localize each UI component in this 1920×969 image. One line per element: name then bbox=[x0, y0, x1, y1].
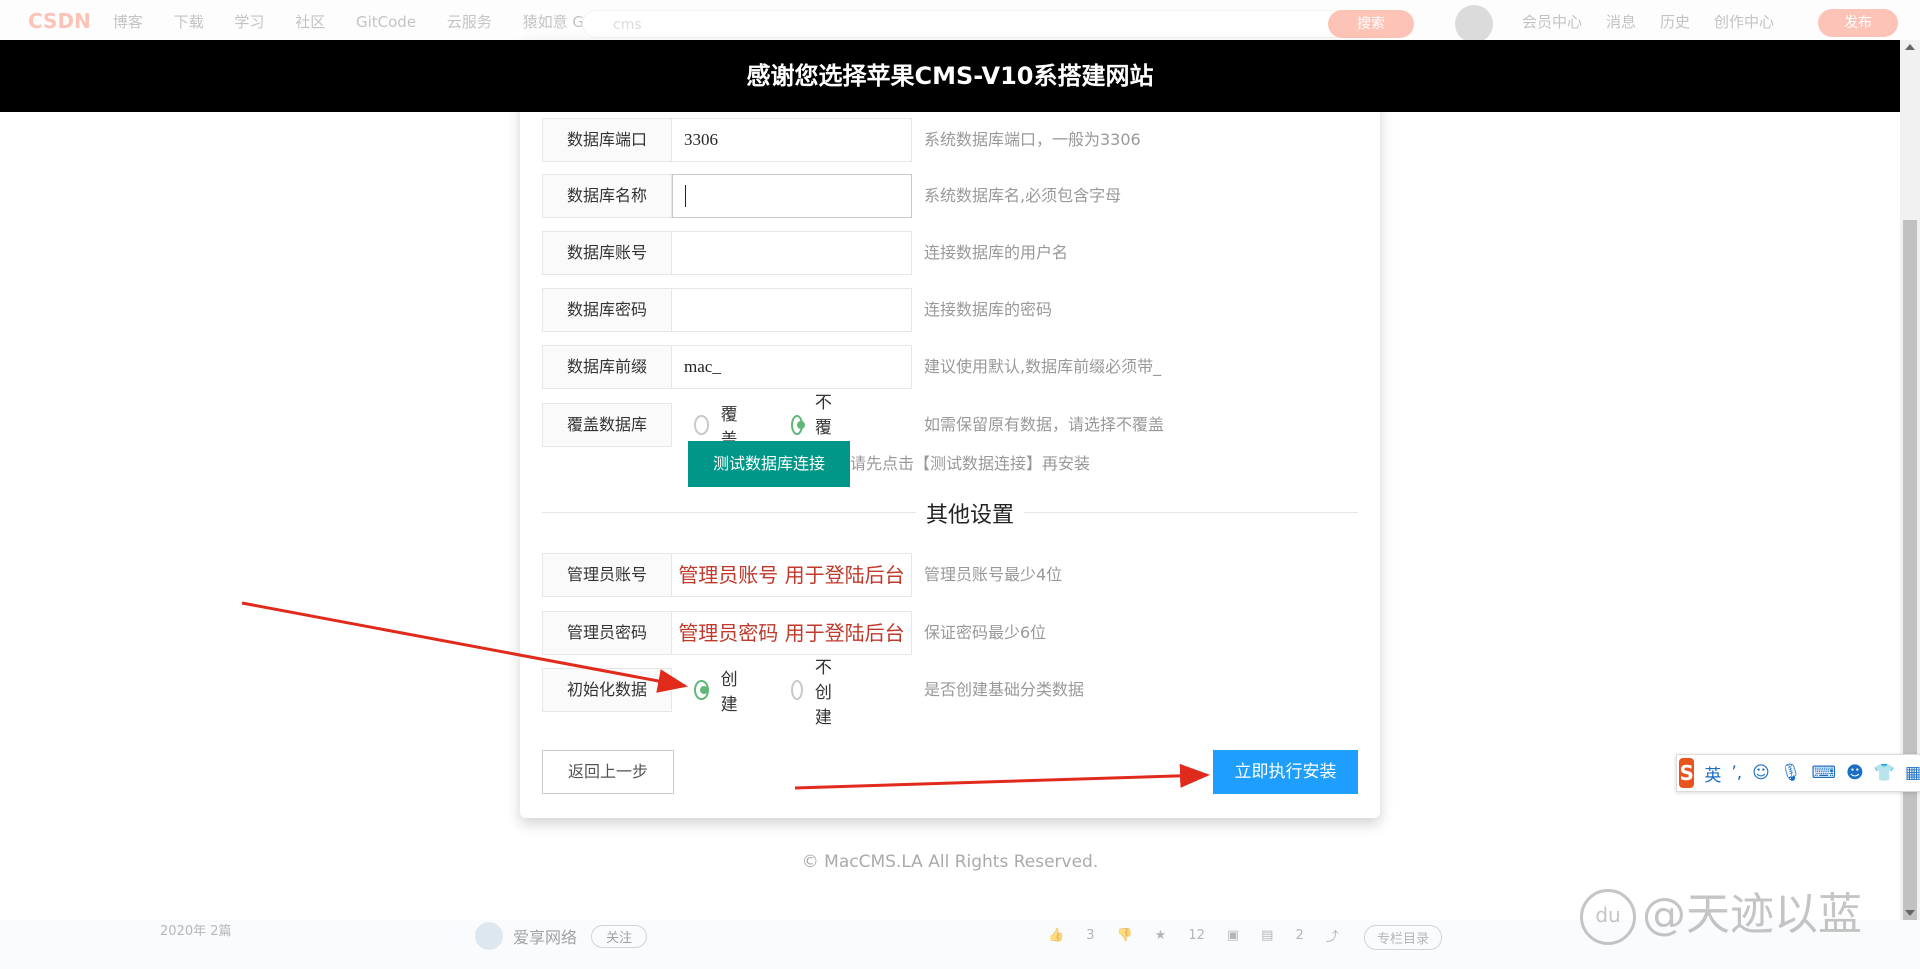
db-name-hint: 系统数据库名,必须包含字母 bbox=[924, 186, 1122, 205]
db-name-label: 数据库名称 bbox=[542, 174, 672, 218]
db-prefix-input[interactable]: mac_ bbox=[672, 345, 912, 389]
watermark: du @天迹以蓝 bbox=[1580, 878, 1862, 945]
watermark-badge: du bbox=[1580, 889, 1636, 945]
init-data-hint: 是否创建基础分类数据 bbox=[924, 680, 1085, 699]
db-password-hint: 连接数据库的密码 bbox=[924, 300, 1053, 319]
comment-count: 2 bbox=[1295, 928, 1304, 943]
bottom-author: 爱享网络 关注 bbox=[475, 922, 648, 950]
footer-copyright: © MacCMS.LA All Rights Reserved. bbox=[801, 852, 1099, 872]
ime-mode-label[interactable]: 英 bbox=[1704, 761, 1721, 786]
db-user-input[interactable] bbox=[672, 231, 912, 275]
scroll-down-icon[interactable] bbox=[1905, 910, 1915, 916]
like-icon[interactable]: 👍 bbox=[1048, 928, 1064, 943]
user-icon[interactable]: ☻ bbox=[1846, 763, 1864, 783]
ime-toolbar[interactable]: S 英 ’, ☺ 🎙 ⌨ ☻ 👕 ▦ bbox=[1676, 754, 1920, 792]
author-avatar[interactable] bbox=[475, 922, 503, 950]
db-prefix-hint: 建议使用默认,数据库前缀必须带_ bbox=[924, 357, 1162, 376]
avatar[interactable] bbox=[1455, 5, 1493, 43]
db-name-input[interactable] bbox=[672, 174, 912, 218]
db-user-hint: 连接数据库的用户名 bbox=[924, 243, 1069, 262]
sogou-logo-icon[interactable]: S bbox=[1679, 758, 1695, 788]
skin-icon[interactable]: 👕 bbox=[1874, 763, 1895, 783]
admin-password-input[interactable]: 管理员密码 用于登陆后台 bbox=[672, 611, 912, 655]
db-prefix-label: 数据库前缀 bbox=[542, 345, 672, 389]
csdn-nav: 博客 下载 学习 社区 GitCode 云服务 猿如意 GPT bbox=[113, 11, 628, 32]
star-count: 12 bbox=[1188, 928, 1205, 943]
like-count: 3 bbox=[1086, 928, 1095, 943]
no-create-option-label[interactable]: 不创建 bbox=[815, 653, 840, 728]
scroll-up-icon[interactable] bbox=[1905, 44, 1915, 50]
admin-password-hint: 保证密码最少6位 bbox=[924, 623, 1047, 642]
csdn-right-item[interactable]: 会员中心 bbox=[1522, 11, 1582, 32]
csdn-topbar: CSDN 博客 下载 学习 社区 GitCode 云服务 猿如意 GPT cms… bbox=[0, 0, 1920, 43]
install-now-button[interactable]: 立即执行安装 bbox=[1213, 750, 1358, 794]
comment-icon[interactable]: ▤ bbox=[1261, 928, 1273, 943]
csdn-publish-button[interactable]: 发布 bbox=[1818, 9, 1898, 37]
radio-checked-icon[interactable] bbox=[694, 680, 709, 700]
csdn-right-nav: 会员中心 消息 历史 创作中心 bbox=[1522, 0, 1798, 42]
emoji-icon[interactable]: ☺ bbox=[1752, 763, 1770, 783]
admin-account-label: 管理员账号 bbox=[542, 553, 672, 597]
db-port-hint: 系统数据库端口，一般为3306 bbox=[924, 130, 1141, 149]
db-port-input[interactable]: 3306 bbox=[672, 118, 912, 162]
csdn-nav-item[interactable]: 博客 bbox=[113, 13, 143, 31]
csdn-right-item[interactable]: 历史 bbox=[1660, 11, 1690, 32]
radio-unchecked-icon[interactable] bbox=[694, 415, 709, 435]
section-title-other-settings: 其他设置 bbox=[916, 497, 1025, 529]
init-data-label: 初始化数据 bbox=[542, 668, 672, 712]
bottom-actions: 👍 3 👎 ★ 12 ▣ ▤ 2 ⤴ bbox=[1048, 926, 1361, 945]
csdn-nav-item[interactable]: 云服务 bbox=[447, 13, 492, 31]
csdn-right-item[interactable]: 消息 bbox=[1606, 11, 1636, 32]
microphone-icon[interactable]: 🎙 bbox=[1780, 763, 1802, 783]
no-create-option[interactable]: 不创建 bbox=[791, 653, 840, 728]
catalog-button[interactable]: 专栏目录 bbox=[1364, 925, 1443, 950]
csdn-search-input[interactable]: cms bbox=[582, 10, 1412, 38]
csdn-logo[interactable]: CSDN bbox=[28, 9, 91, 33]
admin-password-label: 管理员密码 bbox=[542, 611, 672, 655]
back-button[interactable]: 返回上一步 bbox=[542, 750, 674, 794]
db-password-label: 数据库密码 bbox=[542, 288, 672, 332]
dislike-icon[interactable]: 👎 bbox=[1116, 928, 1132, 943]
scroll-thumb[interactable] bbox=[1903, 220, 1917, 920]
reward-icon[interactable]: ▣ bbox=[1227, 928, 1239, 943]
db-user-label: 数据库账号 bbox=[542, 231, 672, 275]
create-option-label[interactable]: 创建 bbox=[721, 665, 743, 715]
share-icon[interactable]: ⤴ bbox=[1326, 926, 1339, 945]
init-data-radio-group: 创建 不创建 bbox=[682, 658, 876, 728]
grid-menu-icon[interactable]: ▦ bbox=[1905, 763, 1920, 783]
cover-db-label: 覆盖数据库 bbox=[542, 403, 672, 447]
bottom-year-count: 2020年 2篇 bbox=[160, 924, 232, 939]
db-password-input[interactable] bbox=[672, 288, 912, 332]
text-caret bbox=[685, 184, 686, 207]
csdn-nav-item[interactable]: 学习 bbox=[234, 13, 264, 31]
create-option[interactable]: 创建 bbox=[694, 665, 743, 715]
test-db-connection-button[interactable]: 测试数据库连接 bbox=[688, 441, 850, 487]
csdn-nav-item[interactable]: GitCode bbox=[356, 13, 416, 31]
admin-account-input[interactable]: 管理员账号 用于登陆后台 bbox=[672, 553, 912, 597]
watermark-text: @天迹以蓝 bbox=[1642, 889, 1862, 940]
csdn-search-button[interactable]: 搜索 bbox=[1328, 10, 1414, 38]
install-banner-title: 感谢您选择苹果CMS-V10系搭建网站 bbox=[0, 40, 1900, 112]
csdn-nav-item[interactable]: 社区 bbox=[295, 13, 325, 31]
follow-button[interactable]: 关注 bbox=[591, 924, 648, 948]
db-port-label: 数据库端口 bbox=[542, 118, 672, 162]
csdn-nav-item[interactable]: 下载 bbox=[174, 13, 204, 31]
radio-checked-icon[interactable] bbox=[791, 415, 805, 435]
csdn-right-item[interactable]: 创作中心 bbox=[1714, 11, 1774, 32]
punctuation-icon[interactable]: ’, bbox=[1731, 763, 1742, 783]
radio-unchecked-icon[interactable] bbox=[791, 680, 803, 700]
author-name[interactable]: 爱享网络 bbox=[513, 924, 577, 948]
keyboard-icon[interactable]: ⌨ bbox=[1811, 763, 1836, 783]
star-icon[interactable]: ★ bbox=[1155, 928, 1167, 943]
test-db-hint: 请先点击【测试数据连接】再安装 bbox=[850, 454, 1091, 473]
install-card: 数据库端口 3306 系统数据库端口，一般为3306 数据库名称 系统数据库名,… bbox=[520, 40, 1380, 818]
admin-account-hint: 管理员账号最少4位 bbox=[924, 565, 1063, 584]
